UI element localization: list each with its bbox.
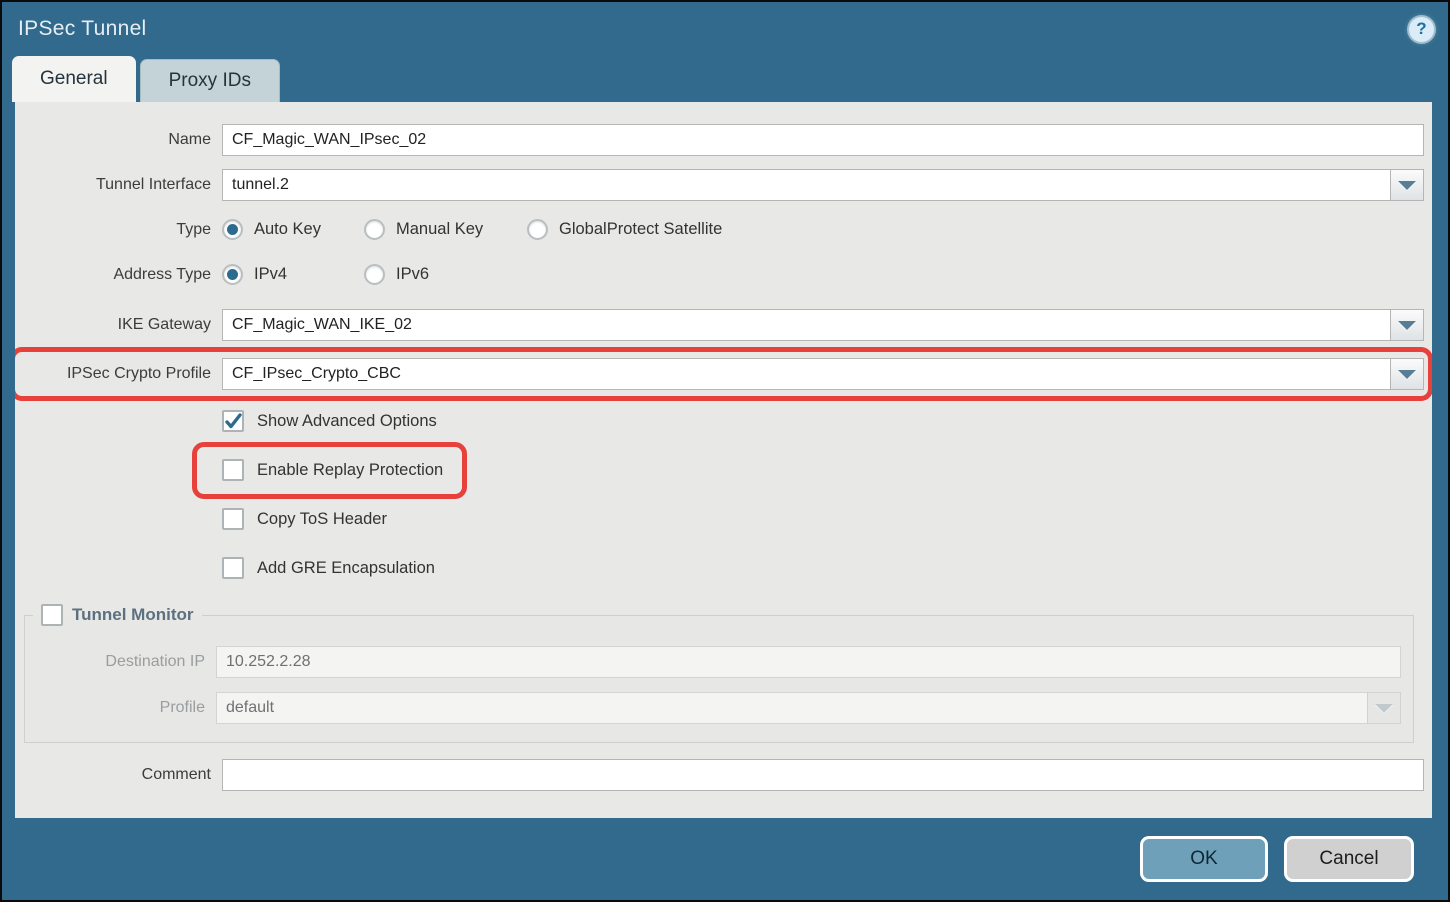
radio-unselected-icon xyxy=(364,264,385,285)
tab-general[interactable]: General xyxy=(12,56,136,102)
comment-label: Comment xyxy=(15,766,211,784)
cancel-button[interactable]: Cancel xyxy=(1284,836,1414,882)
tunnel-monitor-group: Tunnel Monitor Destination IP Profile xyxy=(24,604,1414,743)
checkbox-unchecked-icon xyxy=(41,604,63,626)
chevron-down-icon xyxy=(1398,321,1416,330)
tunnel-interface-label: Tunnel Interface xyxy=(15,176,211,194)
ipsec-crypto-profile-row: IPSec Crypto Profile xyxy=(15,358,1424,390)
address-type-label: Address Type xyxy=(15,266,211,284)
radio-selected-icon xyxy=(222,219,243,240)
ike-gateway-label: IKE Gateway xyxy=(15,316,211,334)
show-advanced-options-label: Show Advanced Options xyxy=(257,412,437,431)
destination-ip-row: Destination IP xyxy=(25,646,1401,678)
ike-gateway-dropdown-button[interactable] xyxy=(1390,309,1424,341)
ike-gateway-row: IKE Gateway xyxy=(15,309,1424,341)
ipsec-crypto-profile-input[interactable] xyxy=(222,358,1390,390)
address-type-radio-group: IPv4 IPv6 xyxy=(222,264,1424,285)
tunnel-interface-dropdown-button[interactable] xyxy=(1390,169,1424,201)
chevron-down-icon xyxy=(1398,370,1416,379)
tab-general-label: General xyxy=(40,68,108,90)
checkbox-unchecked-icon xyxy=(222,459,244,481)
type-row: Type Auto Key Manual Key GlobalProtect S… xyxy=(15,219,1424,240)
tab-proxy-ids[interactable]: Proxy IDs xyxy=(140,59,280,102)
address-type-option-ipv6-label: IPv6 xyxy=(396,265,429,284)
ok-button[interactable]: OK xyxy=(1140,836,1268,882)
address-type-option-ipv4-label: IPv4 xyxy=(254,265,287,284)
profile-input xyxy=(216,692,1367,724)
ipsec-tunnel-dialog: IPSec Tunnel ? General Proxy IDs Name Tu… xyxy=(0,0,1450,902)
tunnel-interface-combo xyxy=(222,169,1424,201)
tunnel-monitor-label: Tunnel Monitor xyxy=(72,605,194,625)
tab-bar: General Proxy IDs xyxy=(2,56,1448,102)
help-glyph: ? xyxy=(1416,19,1426,39)
radio-unselected-icon xyxy=(364,219,385,240)
profile-combo xyxy=(216,692,1401,724)
help-icon[interactable]: ? xyxy=(1409,17,1434,42)
dialog-footer: OK Cancel xyxy=(2,818,1448,900)
name-label: Name xyxy=(15,131,211,149)
tab-proxy-ids-label: Proxy IDs xyxy=(169,70,251,92)
general-tab-panel: Name Tunnel Interface Type Auto Key xyxy=(15,102,1432,818)
dialog-title: IPSec Tunnel xyxy=(18,17,147,41)
profile-dropdown-button xyxy=(1367,692,1401,724)
type-option-manual-key[interactable]: Manual Key xyxy=(364,219,527,240)
profile-label: Profile xyxy=(25,699,205,717)
copy-tos-header-label: Copy ToS Header xyxy=(257,510,387,529)
name-row: Name xyxy=(15,124,1424,156)
checkbox-unchecked-icon xyxy=(222,557,244,579)
checkbox-checked-icon xyxy=(222,410,244,432)
address-type-option-ipv6[interactable]: IPv6 xyxy=(364,264,429,285)
type-option-manual-key-label: Manual Key xyxy=(396,220,483,239)
tunnel-interface-input[interactable] xyxy=(222,169,1390,201)
chevron-down-icon xyxy=(1398,181,1416,190)
ike-gateway-combo xyxy=(222,309,1424,341)
type-option-globalprotect-satellite[interactable]: GlobalProtect Satellite xyxy=(527,219,722,240)
ipsec-crypto-profile-combo xyxy=(222,358,1424,390)
check-icon xyxy=(225,413,242,430)
ipsec-crypto-profile-dropdown-button[interactable] xyxy=(1390,358,1424,390)
ike-gateway-input[interactable] xyxy=(222,309,1390,341)
address-type-option-ipv4[interactable]: IPv4 xyxy=(222,264,364,285)
enable-replay-protection-label: Enable Replay Protection xyxy=(257,461,443,480)
ipsec-crypto-profile-label: IPSec Crypto Profile xyxy=(15,365,211,383)
type-option-auto-key[interactable]: Auto Key xyxy=(222,219,364,240)
destination-ip-label: Destination IP xyxy=(25,653,205,671)
profile-row: Profile xyxy=(25,692,1401,724)
name-input[interactable] xyxy=(222,124,1424,156)
comment-input[interactable] xyxy=(222,759,1424,791)
address-type-row: Address Type IPv4 IPv6 xyxy=(15,264,1424,285)
show-advanced-options-checkbox-row[interactable]: Show Advanced Options xyxy=(222,408,437,434)
type-option-globalprotect-satellite-label: GlobalProtect Satellite xyxy=(559,220,722,239)
enable-replay-protection-checkbox-row[interactable]: Enable Replay Protection xyxy=(222,457,443,483)
checkbox-unchecked-icon xyxy=(222,508,244,530)
comment-row: Comment xyxy=(15,759,1424,791)
tunnel-interface-row: Tunnel Interface xyxy=(15,169,1424,201)
add-gre-encapsulation-label: Add GRE Encapsulation xyxy=(257,559,435,578)
radio-unselected-icon xyxy=(527,219,548,240)
radio-selected-icon xyxy=(222,264,243,285)
type-option-auto-key-label: Auto Key xyxy=(254,220,321,239)
copy-tos-header-checkbox-row[interactable]: Copy ToS Header xyxy=(222,506,387,532)
tunnel-monitor-toggle[interactable]: Tunnel Monitor xyxy=(33,604,202,626)
chevron-down-icon xyxy=(1375,704,1393,713)
add-gre-encapsulation-checkbox-row[interactable]: Add GRE Encapsulation xyxy=(222,555,435,581)
destination-ip-input xyxy=(216,646,1401,678)
type-label: Type xyxy=(15,221,211,239)
title-bar: IPSec Tunnel ? xyxy=(2,2,1448,56)
type-radio-group: Auto Key Manual Key GlobalProtect Satell… xyxy=(222,219,1424,240)
